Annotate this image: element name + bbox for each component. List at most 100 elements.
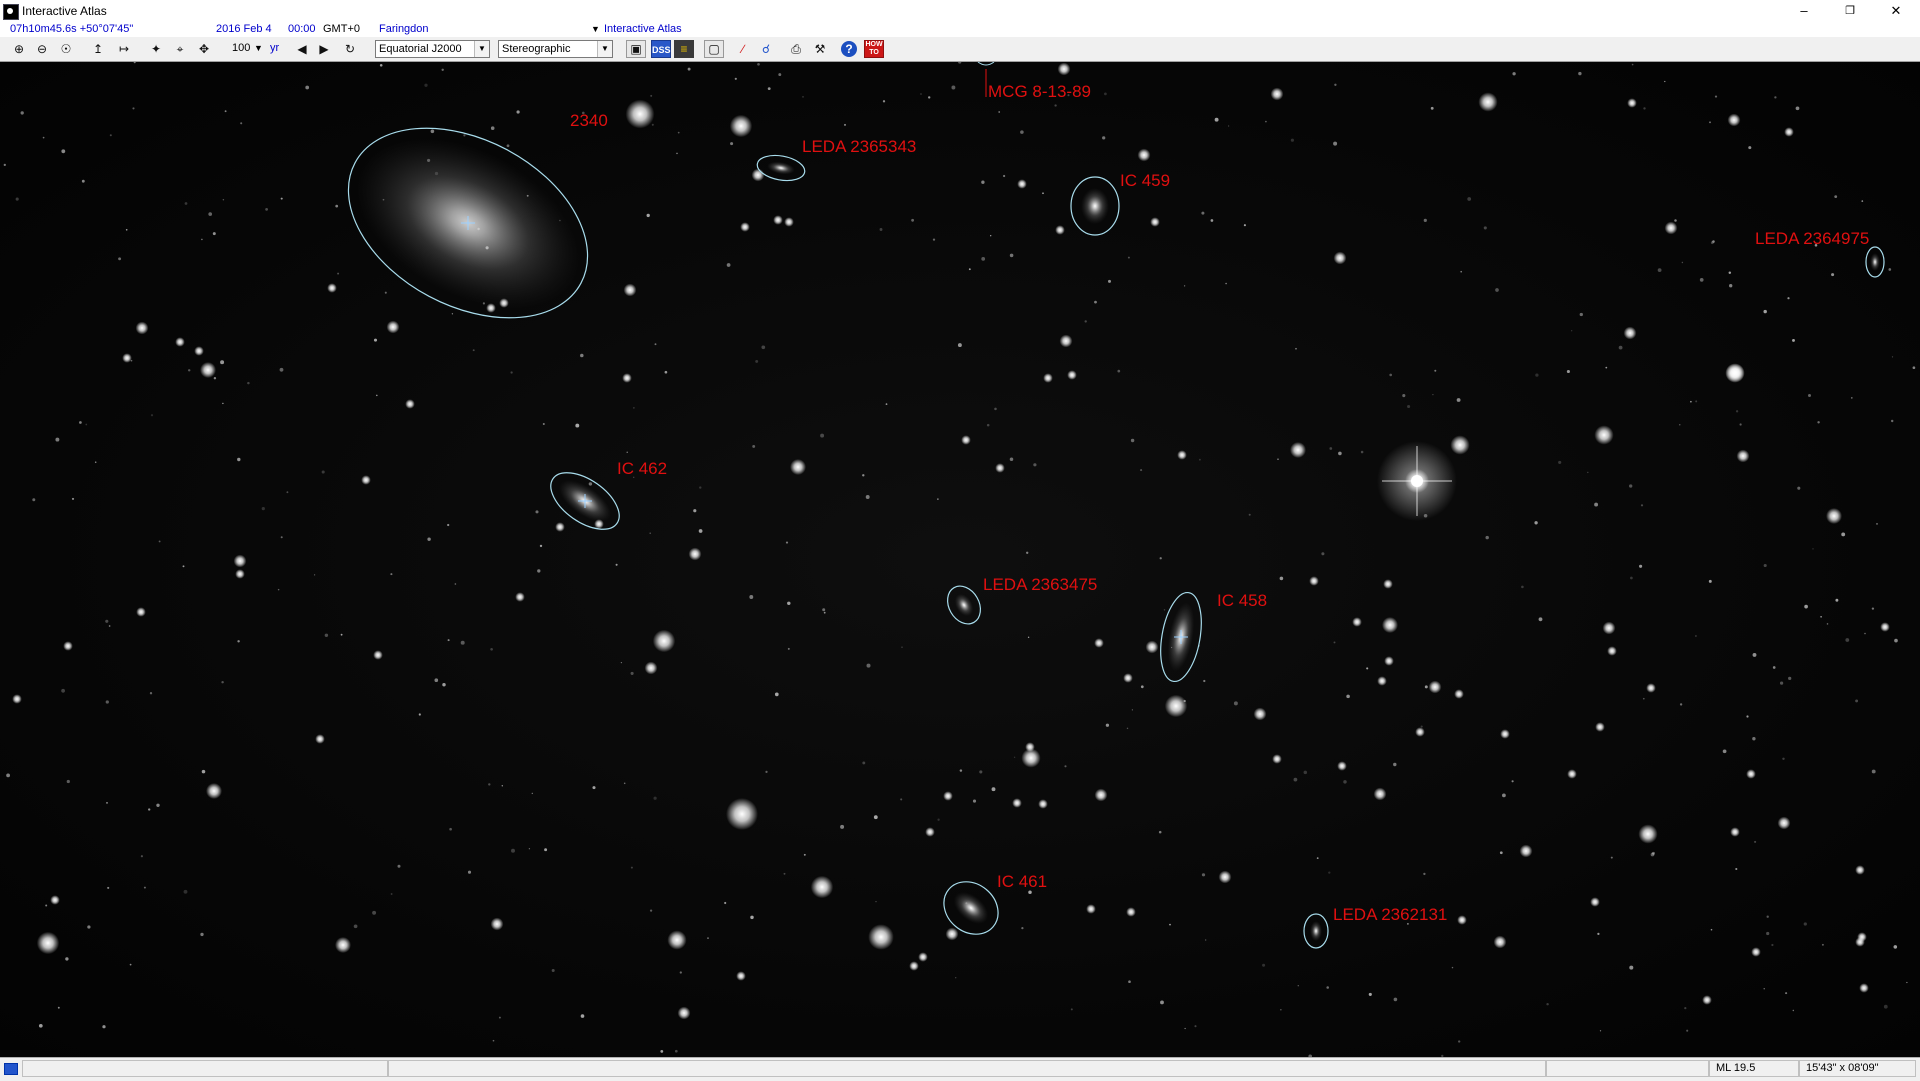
star [515,592,525,602]
faint-star [140,855,143,858]
galaxy-leda-2362131[interactable] [1303,913,1329,949]
star [1627,98,1637,108]
label-leda-2364975[interactable]: LEDA 2364975 [1755,229,1869,249]
faint-star [472,349,475,352]
dss-image-icon[interactable]: DSS [651,40,671,58]
faint-star [280,197,283,200]
label-leda-2365343[interactable]: LEDA 2365343 [802,137,916,157]
flip-vertical-icon[interactable]: ↥ [88,40,108,58]
zoom-out-icon[interactable]: ⊖ [32,40,52,58]
date-readout[interactable]: 2016 Feb 4 [216,23,272,35]
faint-star [1064,765,1067,768]
sky-chart[interactable]: 2340 LEDA 2365343 MCG 8-13-89 IC 459 LED… [0,62,1920,1057]
sky-image[interactable] [0,62,1920,1057]
faint-star [778,73,782,77]
star [233,554,247,568]
galaxy-ic-459[interactable] [1070,176,1120,236]
star [790,459,806,475]
flip-horizontal-icon[interactable]: ↦ [114,40,134,58]
star [1664,221,1678,235]
status-monitor-icon[interactable] [4,1063,18,1075]
reticle-icon[interactable]: ⌖ [170,40,190,58]
faint-star [1333,641,1336,644]
galaxy-leda-2363475[interactable] [941,580,987,630]
faint-star [654,343,657,346]
faint-star [1499,851,1503,855]
star [206,783,222,799]
label-ic-458[interactable]: IC 458 [1217,591,1267,611]
arrow-right-icon[interactable]: ▶ [314,40,334,58]
expand-icon[interactable]: ✥ [194,40,214,58]
help-icon[interactable]: ? [841,41,857,57]
chart-icon[interactable]: ≡ [674,40,694,58]
coord-system-select[interactable]: Equatorial J2000 ▼ [375,40,490,58]
galaxy-ic-462[interactable] [541,461,629,540]
restore-button[interactable]: ❐ [1827,0,1873,22]
star [1218,870,1232,884]
star [1057,62,1071,76]
minimize-button[interactable]: – [1781,0,1827,22]
star [555,522,565,532]
measure-icon[interactable]: ∕ [733,40,753,58]
faint-star [1642,697,1645,700]
mode-readout[interactable]: Interactive Atlas [604,23,682,35]
label-leda-2363475[interactable]: LEDA 2363475 [983,575,1097,595]
mode-dropdown-icon[interactable]: ▼ [591,24,600,34]
galaxy-ic-458[interactable] [1154,589,1207,684]
faint-star [528,848,531,850]
faint-star [660,1050,664,1053]
faint-star [1763,309,1767,314]
label-ic-462[interactable]: IC 462 [617,459,667,479]
faint-star [1393,762,1397,767]
star [1784,127,1794,137]
faint-star [1788,676,1792,681]
arrow-left-icon[interactable]: ◀ [292,40,312,58]
label-mcg-8-13-89[interactable]: MCG 8-13-89 [988,82,1091,102]
link-icon[interactable]: ☌ [756,40,776,58]
faint-star [1424,685,1428,689]
faint-star [1890,419,1894,423]
monitor-icon[interactable]: ▣ [626,40,646,58]
zoom-fit-icon[interactable]: ☉ [56,40,76,58]
faint-star [1804,604,1808,609]
faint-star [143,886,146,889]
star [1751,947,1761,957]
faint-star [1643,107,1646,110]
projection-select[interactable]: Stereographic ▼ [498,40,613,58]
close-button[interactable]: ✕ [1873,0,1919,22]
frame-icon[interactable]: ▢ [704,40,724,58]
star [1352,617,1362,627]
howto-icon[interactable]: HOW TO [864,40,884,58]
faint-star [449,827,452,831]
label-leda-2362131[interactable]: LEDA 2362131 [1333,905,1447,925]
label-ic-459[interactable]: IC 459 [1120,171,1170,191]
label-ic-461[interactable]: IC 461 [997,872,1047,892]
faint-star [1599,1030,1602,1032]
zoom-in-icon[interactable]: ⊕ [9,40,29,58]
label-2340[interactable]: 2340 [570,111,608,131]
faint-star [651,123,654,126]
print-icon[interactable]: ⎙ [786,40,806,58]
faint-star [698,529,703,533]
step-dropdown-icon[interactable]: ▼ [254,40,263,58]
star [1567,769,1577,779]
refresh-icon[interactable]: ↻ [340,40,360,58]
galaxy-leda-2364975[interactable] [1865,246,1885,278]
faint-star [1618,345,1623,350]
coordinates-readout[interactable]: 07h10m45.6s +50°07'45" [10,23,133,35]
faint-star [1558,460,1562,464]
faint-star [879,228,883,231]
faint-star [707,937,709,939]
faint-star [823,611,826,614]
galaxy-leda-2365343[interactable] [755,152,806,184]
location-readout[interactable]: Faringdon [379,23,429,35]
time-readout[interactable]: 00:00 [288,23,316,35]
faint-star [1290,138,1294,142]
faint-star [901,646,903,648]
tools-icon[interactable]: ⚒ [810,40,830,58]
step-value-field[interactable]: 100 [232,40,250,58]
faint-star [1579,312,1583,317]
faint-star [1763,563,1767,568]
center-star-icon[interactable]: ✦ [146,40,166,58]
faint-star [451,313,454,315]
